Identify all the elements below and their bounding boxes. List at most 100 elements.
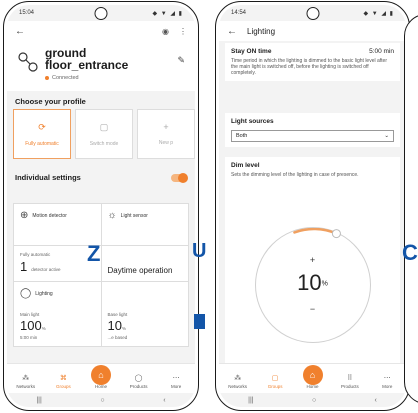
more-icon: ⋯ bbox=[172, 375, 180, 382]
individual-settings-toggle[interactable] bbox=[171, 172, 188, 183]
status-icons-right: ◆ ▼ ◢ ▮ bbox=[152, 10, 183, 17]
home-button[interactable]: ⌂ bbox=[91, 365, 111, 385]
nav-more[interactable]: ⋯ More bbox=[372, 374, 402, 389]
main-light-cell: Main light 100% 5:00 min bbox=[14, 306, 102, 346]
main-light-time: 5:00 min bbox=[20, 335, 38, 340]
base-light-cell: Base light 10% ...e based bbox=[102, 306, 189, 346]
nav-networks[interactable]: ⁂ Networks bbox=[223, 374, 253, 389]
fully-automatic-small: Fully automatic bbox=[20, 252, 51, 257]
light-sources-select[interactable]: Both ⌄ bbox=[231, 130, 394, 142]
recents-icon[interactable]: ||| bbox=[248, 397, 253, 404]
more-vert-icon[interactable]: ⋮ bbox=[179, 27, 187, 36]
networks-icon: ⁂ bbox=[22, 375, 30, 382]
system-home-icon[interactable]: ○ bbox=[312, 397, 316, 404]
chevron-down-icon: ⌄ bbox=[384, 133, 389, 139]
nav-label: More bbox=[171, 384, 182, 389]
app-bar: ← ◉ ⋮ bbox=[7, 21, 195, 41]
main-light-value: 100 bbox=[20, 318, 42, 333]
nav-more[interactable]: ⋯ More bbox=[161, 374, 191, 389]
edit-pencil-icon[interactable]: ✎ bbox=[177, 55, 185, 85]
volume-button bbox=[198, 97, 199, 119]
system-nav: ||| ○ ‹ bbox=[7, 393, 195, 407]
phone-peek bbox=[404, 14, 418, 404]
watermark-letter-z: Z bbox=[87, 241, 101, 266]
watermark-letter-c: C bbox=[402, 240, 418, 265]
back-arrow-icon[interactable]: ← bbox=[15, 26, 25, 37]
stay-on-time-desc: Time period in which the lighting is dim… bbox=[231, 58, 388, 76]
recents-icon[interactable]: ||| bbox=[36, 397, 41, 404]
lighting-empty-cell bbox=[102, 282, 189, 306]
nav-label: Groups bbox=[267, 384, 283, 389]
light-sources-value: Both bbox=[236, 133, 248, 139]
connection-label: Connected bbox=[52, 75, 79, 81]
motion-detector-icon: ⊕ bbox=[20, 210, 29, 221]
system-back-icon[interactable]: ‹ bbox=[163, 397, 165, 404]
light-sensor-cell[interactable]: ☼ Light sensor bbox=[101, 204, 188, 246]
nav-groups[interactable]: ▢ Groups bbox=[260, 374, 290, 389]
watermark-letter-u: U bbox=[192, 240, 207, 262]
dial-knob[interactable] bbox=[331, 229, 341, 239]
phone-right: 14:54 ◆ ▼ ◢ ▮ ← Lighting Stay ON time 5:… bbox=[215, 1, 410, 411]
light-sensor-label: Light sensor bbox=[120, 212, 148, 219]
choose-profile-title: Choose your profile bbox=[15, 97, 86, 106]
profile-card-switch-mode[interactable]: ▢ Switch mode bbox=[75, 109, 133, 159]
profile-list: ⟳ Fully automatic ▢ Switch mode + New p bbox=[13, 109, 195, 159]
lighting-cell[interactable]: ◯ Lighting bbox=[14, 282, 102, 306]
main-light-unit: % bbox=[41, 326, 46, 331]
stay-on-time-value: 5:00 min bbox=[369, 48, 394, 55]
nav-products[interactable]: ⠿ Products bbox=[335, 374, 365, 389]
base-light-value: 10 bbox=[107, 318, 122, 333]
status-time: 14:54 bbox=[231, 10, 247, 16]
lighting-label: Lighting bbox=[35, 290, 53, 297]
nav-label: Products bbox=[129, 384, 148, 389]
nav-groups[interactable]: ⌘ Groups bbox=[48, 374, 78, 389]
light-sources-label: Light sources bbox=[231, 118, 274, 125]
nav-label: Groups bbox=[56, 384, 71, 389]
bulb-icon: ◯ bbox=[20, 288, 32, 299]
daytime-cell: Daytime operation bbox=[101, 246, 188, 282]
base-light-note: ...e based bbox=[107, 335, 128, 340]
app-bar: ← Lighting bbox=[219, 21, 406, 41]
profile-card-fully-automatic[interactable]: ⟳ Fully automatic bbox=[13, 109, 71, 159]
dim-level-label: Dim level bbox=[231, 162, 260, 169]
nav-label: Networks bbox=[228, 384, 248, 389]
motion-detector-cell[interactable]: ⊕ Motion detector bbox=[14, 204, 102, 246]
stay-on-time-label: Stay ON time bbox=[231, 48, 272, 55]
light-sources-card: Light sources Both ⌄ bbox=[225, 113, 400, 147]
dim-value: 10% bbox=[297, 270, 328, 295]
nav-networks[interactable]: ⁂ Networks bbox=[11, 374, 41, 389]
more-icon: ⋯ bbox=[383, 375, 391, 382]
base-light-unit: % bbox=[121, 326, 126, 331]
camera-notch bbox=[306, 7, 319, 20]
profile-label: Fully automatic bbox=[25, 140, 59, 147]
stay-on-time-card[interactable]: Stay ON time 5:00 min Time period in whi… bbox=[225, 43, 400, 81]
increase-icon[interactable]: + bbox=[256, 255, 370, 265]
back-arrow-icon[interactable]: ← bbox=[227, 26, 237, 37]
eye-icon[interactable]: ◉ bbox=[162, 27, 169, 36]
system-nav: ||| ○ ‹ bbox=[219, 393, 406, 407]
individual-settings-row: Individual settings bbox=[15, 172, 188, 183]
status-dot-icon bbox=[45, 76, 49, 80]
groups-icon: ▢ bbox=[271, 375, 279, 382]
decrease-icon[interactable]: − bbox=[256, 304, 370, 314]
home-button[interactable]: ⌂ bbox=[302, 365, 323, 385]
system-back-icon[interactable]: ‹ bbox=[374, 397, 376, 404]
left-screen: 15:04 ◆ ▼ ◢ ▮ ← ◉ ⋮ ground floor_entranc… bbox=[7, 5, 195, 407]
phone-left: 15:04 ◆ ▼ ◢ ▮ ← ◉ ⋮ ground floor_entranc… bbox=[3, 1, 199, 411]
networks-icon: ⁂ bbox=[234, 375, 242, 382]
right-screen: 14:54 ◆ ▼ ◢ ▮ ← Lighting Stay ON time 5:… bbox=[219, 5, 406, 407]
home-icon: ⌂ bbox=[309, 370, 316, 380]
camera-notch bbox=[94, 7, 108, 20]
profile-card-new[interactable]: + New p bbox=[137, 109, 195, 159]
motion-detector-label: Motion detector bbox=[32, 212, 67, 219]
home-icon: ⌂ bbox=[98, 370, 104, 380]
groups-icon: ⌘ bbox=[59, 375, 67, 382]
room-name-line2: floor_entrance bbox=[45, 58, 129, 72]
dim-level-dial[interactable]: + 10% − bbox=[254, 227, 371, 343]
switch-icon: ▢ bbox=[99, 121, 109, 132]
nav-products[interactable]: ◯ Products bbox=[124, 374, 154, 389]
nav-label: More bbox=[382, 384, 393, 389]
system-home-icon[interactable]: ○ bbox=[100, 397, 104, 404]
detector-active-label: detector active bbox=[31, 267, 61, 272]
products-icon: ◯ bbox=[134, 375, 143, 382]
